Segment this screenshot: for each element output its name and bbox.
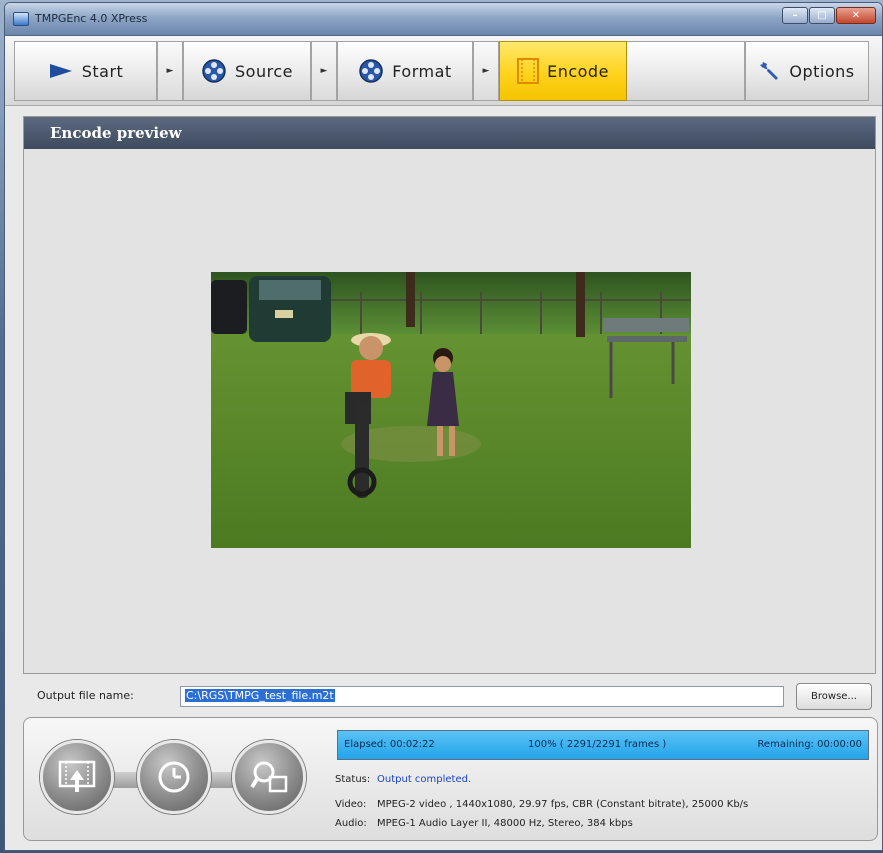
audio-value: MPEG-1 Audio Layer II, 48000 Hz, Stereo,…: [377, 818, 633, 829]
video-value: MPEG-2 video , 1440x1080, 29.97 fps, CBR…: [377, 799, 749, 810]
options-button[interactable]: Options: [745, 41, 869, 101]
encode-control-panel: Elapsed: 00:02:22 100% ( 2291/2291 frame…: [23, 717, 878, 841]
options-label: Options: [789, 61, 855, 81]
wrench-icon: [760, 62, 779, 80]
film-reel-icon: [359, 59, 384, 83]
audio-label: Audio:: [335, 818, 367, 829]
maximize-button[interactable]: □: [809, 7, 835, 24]
status-value: Output completed.: [377, 774, 472, 785]
output-file-label: Output file name:: [37, 689, 134, 702]
film-reel-icon: [202, 59, 226, 83]
minimize-icon: –: [792, 10, 798, 21]
encode-preview-panel: Encode preview: [23, 116, 876, 674]
encode-progress-bar: Elapsed: 00:02:22 100% ( 2291/2291 frame…: [337, 730, 869, 760]
video-label: Video:: [335, 799, 367, 810]
panel-header: Encode preview: [24, 117, 875, 149]
audio-row: Audio: MPEG-1 Audio Layer II, 48000 Hz, …: [335, 818, 633, 829]
schedule-button[interactable]: [137, 740, 211, 814]
panel-title: Encode preview: [50, 124, 182, 142]
step-source-label: Source: [235, 61, 293, 81]
encode-output-icon: [58, 760, 96, 792]
step-start-button[interactable]: Start: [14, 41, 157, 101]
status-label: Status:: [335, 774, 371, 785]
output-file-field[interactable]: C:\RGS\TMPG_test_file.m2t: [180, 686, 784, 707]
preview-image: [211, 272, 691, 548]
window-title: TMPGEnc 4.0 XPress: [35, 12, 148, 25]
step-encode-button[interactable]: Encode: [499, 41, 627, 101]
close-button[interactable]: ✕: [836, 7, 876, 24]
filmstrip-icon: [517, 58, 540, 84]
app-icon: [13, 12, 29, 26]
window-controls: – □ ✕: [782, 7, 876, 24]
remaining-text: Remaining: 00:00:00: [757, 739, 862, 750]
title-bar: TMPGEnc 4.0 XPress – □ ✕: [5, 3, 882, 36]
minimize-button[interactable]: –: [782, 7, 808, 24]
step-separator-arrow-icon: ►: [157, 41, 183, 101]
progress-percent-text: 100% ( 2291/2291 frames ): [528, 739, 667, 750]
step-start-label: Start: [81, 61, 124, 81]
step-source-button[interactable]: Source: [183, 41, 311, 101]
browse-button[interactable]: Browse...: [796, 683, 872, 710]
start-output-button[interactable]: [40, 740, 114, 814]
preview-magnifier-icon: [250, 761, 288, 793]
step-separator-arrow-icon: ►: [473, 41, 499, 101]
close-icon: ✕: [851, 10, 861, 21]
app-window: TMPGEnc 4.0 XPress – □ ✕ Start ► Source …: [4, 2, 883, 851]
status-row: Status: Output completed.: [335, 774, 471, 785]
step-format-label: Format: [392, 61, 452, 81]
play-arrow-icon: [49, 64, 72, 78]
elapsed-text: Elapsed: 00:02:22: [344, 739, 435, 750]
video-row: Video: MPEG-2 video , 1440x1080, 29.97 f…: [335, 799, 748, 810]
step-toolbar: Start ► Source ► Format ► Encode Options: [5, 36, 882, 106]
output-file-value: C:\RGS\TMPG_test_file.m2t: [185, 689, 335, 702]
step-format-button[interactable]: Format: [337, 41, 473, 101]
clock-icon: [158, 761, 190, 793]
step-encode-label: Encode: [547, 61, 609, 81]
preview-button[interactable]: [232, 740, 306, 814]
step-separator-arrow-icon: ►: [311, 41, 337, 101]
toolbar-spacer: [627, 41, 745, 101]
maximize-icon: □: [817, 10, 827, 21]
